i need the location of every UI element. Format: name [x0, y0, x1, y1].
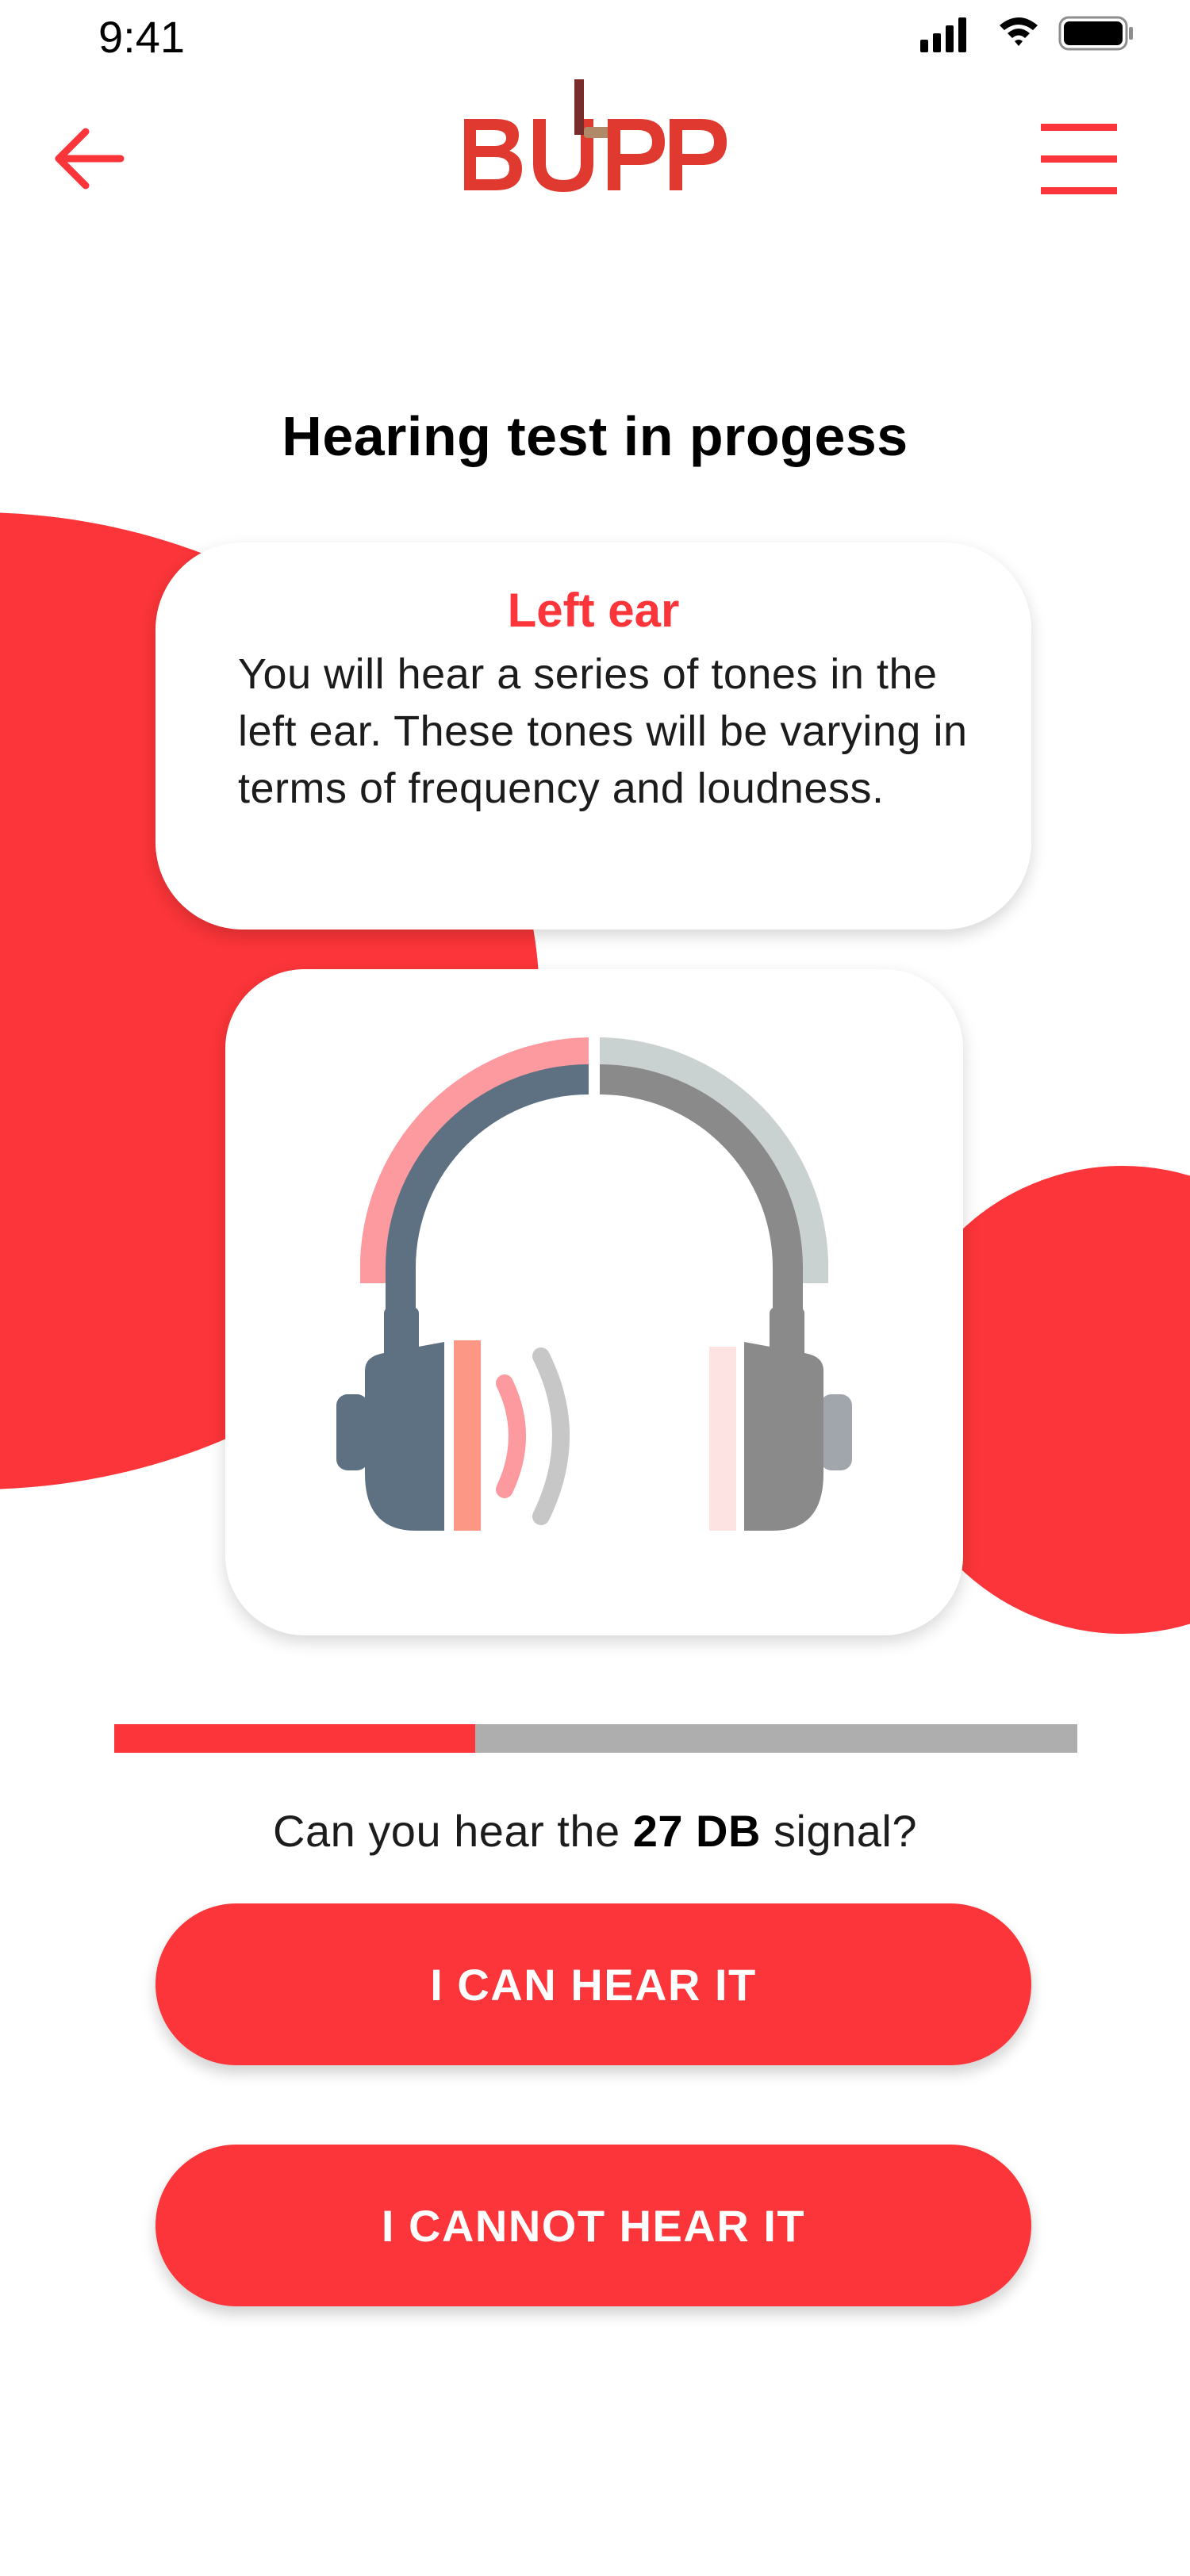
instruction-card: Left ear You will hear a series of tones… [155, 542, 1031, 930]
hamburger-menu-icon [1041, 124, 1117, 194]
menu-button[interactable] [1031, 121, 1127, 200]
page-title: Hearing test in progess [282, 405, 908, 467]
test-progress-fill [114, 1724, 476, 1753]
headphones-card [225, 969, 963, 1635]
wifi-icon [1000, 17, 1038, 46]
back-button[interactable] [49, 117, 136, 205]
headphones-icon [336, 1037, 852, 1531]
status-icons [920, 16, 1133, 52]
signal-level: 27 DB [632, 1806, 761, 1856]
instruction-text: You will hear a series of tones in the l… [238, 650, 968, 812]
signal-icon [920, 17, 966, 52]
question-suffix: signal? [760, 1806, 917, 1856]
test-progress-bar [114, 1724, 1077, 1753]
ear-side-title: Left ear [507, 584, 680, 637]
status-time: 9:41 [98, 12, 185, 62]
cannot-hear-button[interactable]: I CANNOT HEAR IT [155, 2145, 1031, 2306]
hearing-test-screen: 9:41 Hearing test in progess Left ear Yo… [0, 0, 1190, 2576]
can-hear-button[interactable]: I CAN HEAR IT [155, 1903, 1031, 2065]
battery-icon [1058, 16, 1133, 51]
question-prefix: Can you hear the [273, 1806, 633, 1856]
brand-logo [464, 79, 727, 192]
status-bar: 9:41 [0, 0, 1190, 71]
arrow-left-icon [55, 128, 125, 190]
hearing-question: Can you hear the 27 DB signal? [0, 1805, 1190, 1857]
